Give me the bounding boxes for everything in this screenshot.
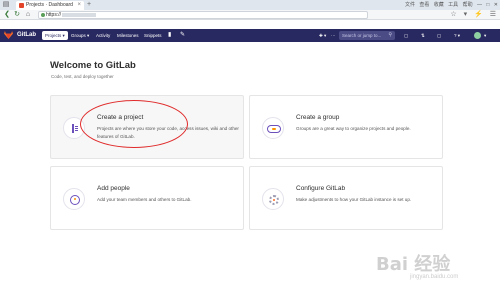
create-project-desc: Projects are where you store your code, … <box>97 126 239 139</box>
nav-activity[interactable]: Activity <box>96 29 110 42</box>
wrench-icon[interactable]: ✎ <box>180 29 185 42</box>
create-project-card[interactable]: Create a project Projects are where you … <box>50 95 244 159</box>
menu-view[interactable]: 查看 <box>419 2 429 8</box>
menu-file[interactable]: 文件 <box>405 2 415 8</box>
minimize-button[interactable]: — <box>477 2 482 8</box>
reload-icon[interactable]: ↻ <box>13 11 21 19</box>
search-input[interactable]: Search or jump to... ⚲ <box>339 31 395 40</box>
secure-lock-icon <box>41 13 45 17</box>
more-icon[interactable]: ⋯ <box>331 29 336 42</box>
people-icon-circle <box>63 188 85 210</box>
window-controls: 文件 查看 收藏 工具 帮助 — □ ✕ <box>402 0 498 10</box>
new-tab-button[interactable]: + <box>87 0 91 10</box>
add-people-title: Add people <box>97 185 130 192</box>
create-group-desc: Groups are a great way to organize proje… <box>296 126 411 131</box>
create-group-card[interactable]: Create a group Groups are a great way to… <box>249 95 443 159</box>
browser-tab-strip: ▤ Projects · Dashboard × + 文件 查看 收藏 工具 帮… <box>0 0 500 10</box>
page-subtitle: Code, test, and deploy together <box>51 74 114 79</box>
configure-gitlab-card[interactable]: Configure GitLab Make adjustments to how… <box>249 166 443 230</box>
configure-gitlab-desc: Make adjustments to how your GitLab inst… <box>296 197 412 202</box>
project-icon <box>72 124 78 133</box>
close-window-button[interactable]: ✕ <box>494 2 498 8</box>
user-avatar[interactable] <box>474 32 481 39</box>
browser-tab[interactable]: Projects · Dashboard × <box>16 1 84 10</box>
home-icon[interactable]: ⌂ <box>24 11 32 19</box>
user-icon <box>70 195 80 205</box>
browser-menu-icon[interactable]: ☰ <box>490 11 496 18</box>
group-icon <box>267 125 281 133</box>
issues-icon[interactable]: ▢ <box>437 29 441 42</box>
gitlab-logo-icon[interactable] <box>4 31 13 39</box>
menu-tools[interactable]: 工具 <box>448 2 458 8</box>
nav-groups-dropdown[interactable]: Groups ▾ <box>71 29 89 42</box>
create-project-title: Create a project <box>97 114 144 121</box>
menu-help[interactable]: 帮助 <box>463 2 473 8</box>
group-icon-circle <box>262 117 284 139</box>
back-icon[interactable]: ❮ <box>3 11 11 19</box>
search-placeholder: Search or jump to... <box>342 33 382 38</box>
address-bar-tools: ☆ ▾ ⚡ ☰ <box>445 10 496 20</box>
nav-milestones[interactable]: Milestones <box>117 29 139 42</box>
url-redacted <box>62 12 97 17</box>
project-icon-circle <box>63 117 85 139</box>
gitlab-favicon-icon <box>19 3 24 8</box>
baidu-watermark-url: jingyan.baidu.com <box>410 274 459 280</box>
tab-close-icon[interactable]: × <box>77 1 81 10</box>
chart-icon[interactable]: ▮ <box>168 29 171 42</box>
create-group-title: Create a group <box>296 114 340 121</box>
address-bar: ❮ ↻ ⌂ https:// ☆ ▾ ⚡ ☰ <box>0 10 500 20</box>
configure-gitlab-title: Configure GitLab <box>296 185 346 192</box>
nav-snippets[interactable]: Snippets <box>144 29 162 42</box>
search-icon: ⚲ <box>388 32 392 38</box>
dropdown-icon[interactable]: ▾ <box>464 11 468 18</box>
favorite-star-icon[interactable]: ☆ <box>450 11 456 18</box>
add-people-card[interactable]: Add people Add your team members and oth… <box>50 166 244 230</box>
settings-icon-circle <box>262 188 284 210</box>
browser-tab-title: Projects · Dashboard <box>26 2 73 8</box>
gitlab-navbar: GitLab Projects ▾ Groups ▾ Activity Mile… <box>0 29 500 42</box>
url-text: https:// <box>46 12 62 18</box>
url-input[interactable]: https:// <box>38 11 368 19</box>
gitlab-brand[interactable]: GitLab <box>17 29 36 42</box>
help-dropdown-icon[interactable]: ? ▾ <box>454 29 460 42</box>
gear-icon <box>269 195 279 205</box>
merge-request-icon[interactable]: ⇅ <box>421 29 425 42</box>
baidu-watermark: Bai 经验 <box>376 254 451 275</box>
add-people-desc: Add your team members and others to GitL… <box>97 197 192 202</box>
flash-icon[interactable]: ⚡ <box>474 11 483 18</box>
nav-projects-dropdown[interactable]: Projects ▾ <box>42 31 68 40</box>
new-dropdown-icon[interactable]: ✚ ▾ <box>319 29 326 42</box>
tab-menu-icon[interactable]: ▤ <box>2 1 10 9</box>
avatar-caret-icon[interactable]: ▾ <box>484 29 486 42</box>
menu-favorites[interactable]: 收藏 <box>434 2 444 8</box>
page-title: Welcome to GitLab <box>50 60 136 71</box>
todo-icon[interactable]: ▢ <box>404 29 408 42</box>
maximize-button[interactable]: □ <box>486 2 489 8</box>
